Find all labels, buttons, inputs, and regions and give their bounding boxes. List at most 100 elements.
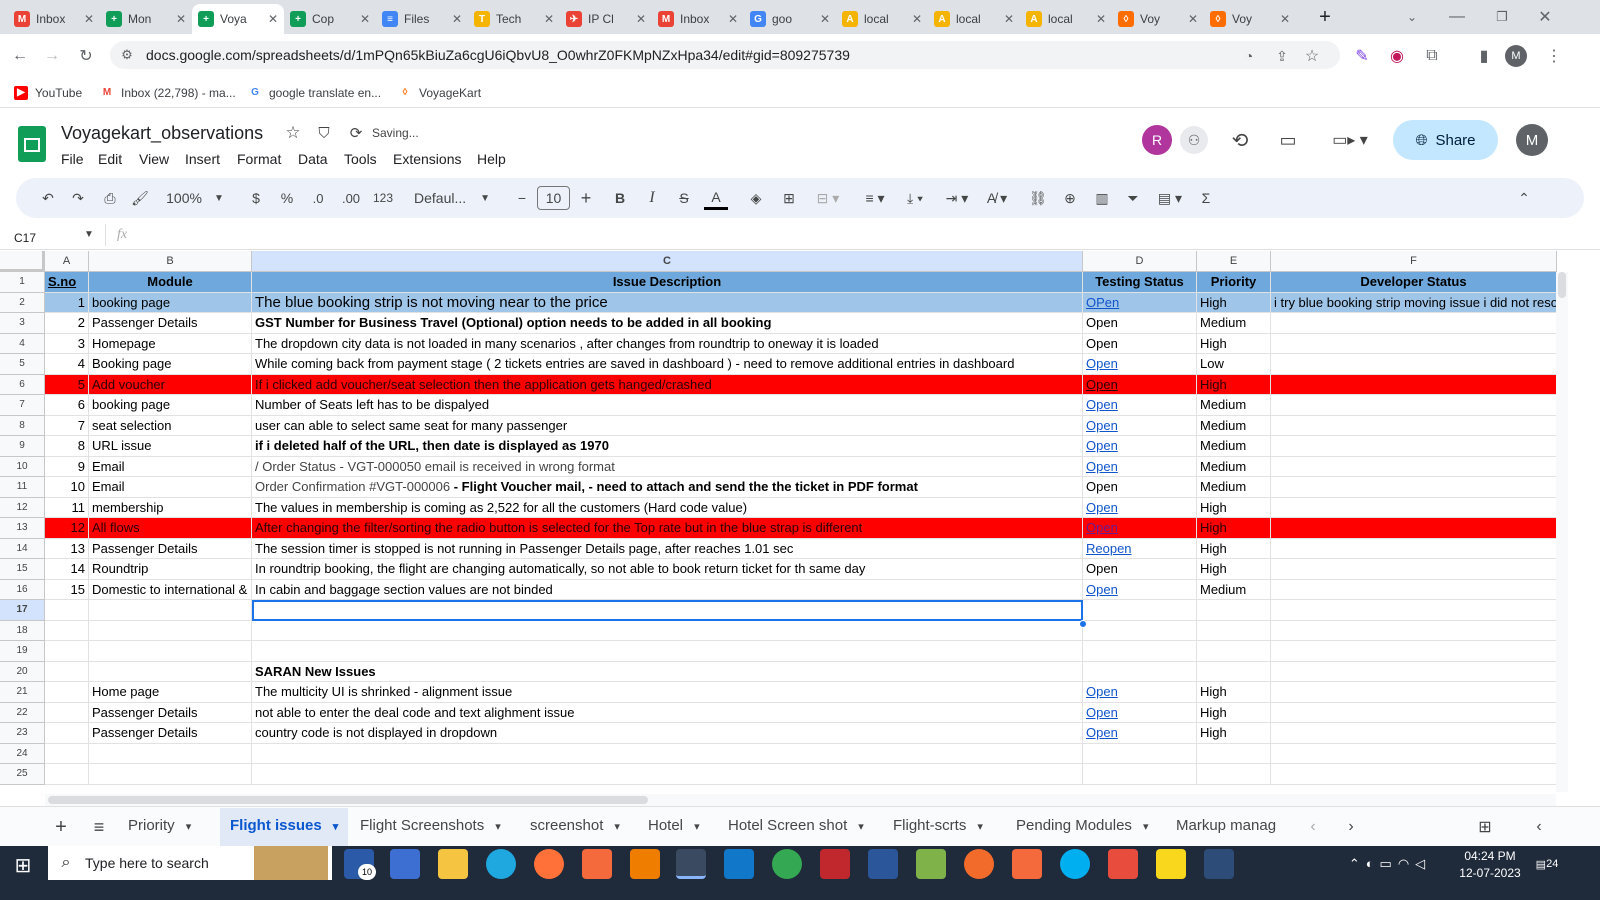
browser-tab[interactable]: + Mon ✕ xyxy=(100,4,192,34)
cell-e19[interactable] xyxy=(1197,641,1271,662)
cell-d16[interactable]: Open xyxy=(1083,579,1197,600)
cell-f17[interactable] xyxy=(1271,600,1557,621)
cell-f13[interactable] xyxy=(1271,518,1557,539)
cell-a5[interactable]: 4 xyxy=(45,354,89,375)
add-sheet-icon[interactable]: + xyxy=(50,816,72,838)
cell-e15[interactable]: High xyxy=(1197,559,1271,580)
redo-icon[interactable]: ↷ xyxy=(66,186,90,210)
cell-a24[interactable] xyxy=(45,743,89,764)
cell-c13[interactable]: After changing the filter/sorting the ra… xyxy=(252,518,1083,539)
xampp-icon[interactable] xyxy=(582,849,612,879)
cell-d15[interactable]: Open xyxy=(1083,559,1197,580)
menu-data[interactable]: Data xyxy=(298,151,328,167)
browser-tab[interactable]: Ggoo ✕ xyxy=(744,4,836,34)
cell-b22[interactable]: Passenger Details xyxy=(89,702,252,723)
cell-b19[interactable] xyxy=(89,641,252,662)
cell-e4[interactable]: High xyxy=(1197,333,1271,354)
insert-link-icon[interactable]: ⛓ xyxy=(1026,186,1050,210)
cell-f12[interactable] xyxy=(1271,497,1557,518)
cell-e21[interactable]: High xyxy=(1197,682,1271,703)
close-tab-icon[interactable]: ✕ xyxy=(1004,12,1014,26)
cell-b16[interactable]: Domestic to international & xyxy=(89,579,252,600)
cell-d20[interactable] xyxy=(1083,661,1197,682)
cell-b6[interactable]: Add voucher xyxy=(89,374,252,395)
close-tab-icon[interactable]: ✕ xyxy=(1280,12,1290,26)
column-header-b[interactable]: B xyxy=(89,251,252,272)
postman-icon[interactable] xyxy=(964,849,994,879)
explore-icon[interactable]: ⊞ xyxy=(1474,816,1496,838)
cell-f22[interactable] xyxy=(1271,702,1557,723)
cell-b10[interactable]: Email xyxy=(89,456,252,477)
cell-c10[interactable]: / Order Status - VGT-000050 email is rec… xyxy=(252,456,1083,477)
cell-e22[interactable]: High xyxy=(1197,702,1271,723)
filezilla-icon[interactable] xyxy=(820,849,850,879)
filter-icon[interactable]: ⏷ xyxy=(1121,186,1145,210)
row-header[interactable]: 22 xyxy=(0,702,45,723)
bold-icon[interactable]: B xyxy=(608,186,632,210)
fill-handle[interactable] xyxy=(1079,620,1087,628)
cell-a11[interactable]: 10 xyxy=(45,477,89,498)
cell-f1[interactable]: Developer Status xyxy=(1271,272,1557,293)
account-avatar[interactable]: M xyxy=(1516,124,1548,156)
text-rotation-icon[interactable]: A̸ ▾ xyxy=(980,186,1014,210)
menu-view[interactable]: View xyxy=(139,151,169,167)
close-tab-icon[interactable]: ✕ xyxy=(84,12,94,26)
font-select[interactable]: Defaul... ▼ xyxy=(414,186,494,210)
cell-b15[interactable]: Roundtrip xyxy=(89,559,252,580)
cell-c3[interactable]: GST Number for Business Travel (Optional… xyxy=(252,313,1083,334)
meet-icon[interactable]: ▭▸ ▾ xyxy=(1330,126,1370,154)
cell-f15[interactable] xyxy=(1271,559,1557,580)
browser-tab[interactable]: + Voya ✕ xyxy=(192,4,284,34)
cell-c2[interactable]: The blue booking strip is not moving nea… xyxy=(252,292,1083,313)
close-tab-icon[interactable]: ✕ xyxy=(636,12,646,26)
scroll-tabs-right-icon[interactable]: › xyxy=(1340,816,1362,838)
cell-b8[interactable]: seat selection xyxy=(89,415,252,436)
cell-f24[interactable] xyxy=(1271,743,1557,764)
close-tab-icon[interactable]: ✕ xyxy=(728,12,738,26)
cell-d21[interactable]: Open xyxy=(1083,682,1197,703)
close-tab-icon[interactable]: ✕ xyxy=(912,12,922,26)
row-header[interactable]: 24 xyxy=(0,743,45,764)
bookmark-star-icon[interactable]: ☆ xyxy=(1300,44,1324,68)
column-header-e[interactable]: E xyxy=(1197,251,1271,272)
cell-d19[interactable] xyxy=(1083,641,1197,662)
horizontal-scroll-thumb[interactable] xyxy=(48,796,648,804)
collapse-menu-icon[interactable]: ⌃ xyxy=(1512,186,1536,210)
move-to-drive-icon[interactable]: ⛉ xyxy=(313,122,335,144)
cell-f8[interactable] xyxy=(1271,415,1557,436)
cell-e7[interactable]: Medium xyxy=(1197,395,1271,416)
browser-tab[interactable]: M Inbox ✕ xyxy=(652,4,744,34)
chrome-menu-icon[interactable]: ⋮ xyxy=(1542,44,1566,68)
cell-b25[interactable] xyxy=(89,764,252,785)
cell-c25[interactable] xyxy=(252,764,1083,785)
row-header[interactable]: 18 xyxy=(0,620,45,641)
cell-b7[interactable]: booking page xyxy=(89,395,252,416)
menu-tools[interactable]: Tools xyxy=(344,151,377,167)
cell-a2[interactable]: 1 xyxy=(45,292,89,313)
cell-b14[interactable]: Passenger Details xyxy=(89,538,252,559)
close-tab-icon[interactable]: ✕ xyxy=(544,12,554,26)
cell-f7[interactable] xyxy=(1271,395,1557,416)
cell-c9[interactable]: if i deleted half of the URL, then date … xyxy=(252,436,1083,457)
cell-e20[interactable] xyxy=(1197,661,1271,682)
column-header-d[interactable]: D xyxy=(1083,251,1197,272)
row-header[interactable]: 10 xyxy=(0,456,45,477)
sheet-tab[interactable]: screenshot ▾ xyxy=(530,817,620,834)
cell-f23[interactable] xyxy=(1271,723,1557,744)
cell-a22[interactable] xyxy=(45,702,89,723)
row-header[interactable]: 9 xyxy=(0,436,45,457)
cell-c17[interactable] xyxy=(252,600,1083,621)
column-header-f[interactable]: F xyxy=(1271,251,1557,272)
cell-f10[interactable] xyxy=(1271,456,1557,477)
notepad-icon[interactable] xyxy=(916,849,946,879)
zoom-select[interactable]: 100% ▼ xyxy=(162,186,228,210)
row-header[interactable]: 16 xyxy=(0,579,45,600)
name-box[interactable]: C17 xyxy=(14,231,36,245)
decrease-font-size-icon[interactable]: − xyxy=(510,186,534,210)
cell-f21[interactable] xyxy=(1271,682,1557,703)
cell-d6[interactable]: Open xyxy=(1083,374,1197,395)
browser-tab[interactable]: ◊ Voy ✕ xyxy=(1112,4,1204,34)
browser-tab[interactable]: M Inbox ✕ xyxy=(8,4,100,34)
cell-b11[interactable]: Email xyxy=(89,477,252,498)
cell-c21[interactable]: The multicity UI is shrinked - alignment… xyxy=(252,682,1083,703)
